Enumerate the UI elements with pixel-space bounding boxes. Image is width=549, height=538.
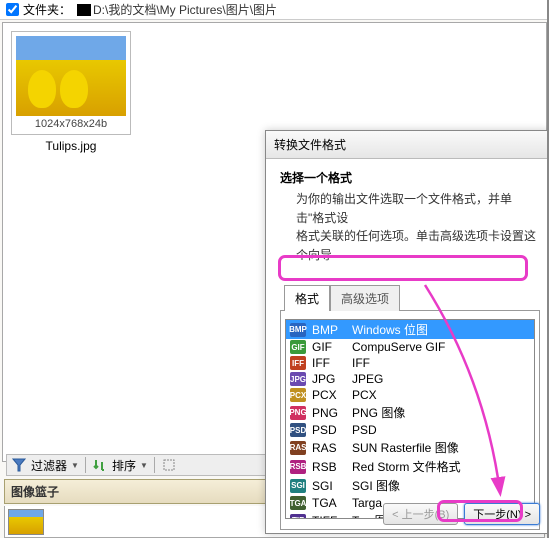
filter-label[interactable]: 过滤器 xyxy=(31,457,67,474)
format-ext: JPG xyxy=(312,372,346,386)
dialog-description: 为你的输出文件选取一个文件格式，并单击"格式设 格式关联的任何选项。单击高级选项… xyxy=(280,190,540,264)
format-icon: PNG xyxy=(290,406,306,420)
select-icon[interactable] xyxy=(161,457,177,473)
format-ext: BMP xyxy=(312,323,346,337)
format-desc: PSD xyxy=(352,423,530,437)
format-ext: PNG xyxy=(312,406,346,420)
format-icon: BMP xyxy=(290,323,306,337)
folder-path: D:\我的文档\My Pictures\图片\图片 xyxy=(93,1,277,18)
dialog-title: 转换文件格式 xyxy=(266,131,548,159)
format-row-psd[interactable]: PSD PSD PSD xyxy=(286,422,534,438)
format-desc: JPEG xyxy=(352,372,530,386)
basket-thumbnail[interactable] xyxy=(8,509,44,535)
tab-advanced[interactable]: 高级选项 xyxy=(330,285,400,311)
format-ext: PSD xyxy=(312,423,346,437)
dialog-buttons: < 上一步(B) 下一步(N) > xyxy=(383,503,540,525)
format-row-iff[interactable]: IFF IFF IFF xyxy=(286,355,534,371)
thumbnail-image xyxy=(16,36,126,116)
format-desc: SGI 图像 xyxy=(352,477,530,494)
format-ext: PCX xyxy=(312,388,346,402)
format-icon: PSD xyxy=(290,423,306,437)
format-row-png[interactable]: PNG PNG PNG 图像 xyxy=(286,403,534,422)
format-desc: CompuServe GIF xyxy=(352,340,530,354)
dialog-heading: 选择一个格式 xyxy=(280,169,540,186)
format-ext: GIF xyxy=(312,340,346,354)
format-desc: PCX xyxy=(352,388,530,402)
folder-checkbox[interactable] xyxy=(6,3,19,16)
format-row-pcx[interactable]: PCX PCX PCX xyxy=(286,387,534,403)
format-icon: TGA xyxy=(290,496,306,510)
filter-icon[interactable] xyxy=(11,457,27,473)
format-ext: TGA xyxy=(312,496,346,510)
sort-icon[interactable] xyxy=(92,457,108,473)
format-ext: TIFF xyxy=(312,514,346,520)
tab-format[interactable]: 格式 xyxy=(284,285,330,311)
toolbar-separator-2 xyxy=(154,457,155,473)
dialog-tabs: 格式 高级选项 xyxy=(284,284,540,310)
format-ext: RAS xyxy=(312,441,346,455)
filter-dropdown-icon[interactable]: ▼ xyxy=(71,461,79,470)
back-button[interactable]: < 上一步(B) xyxy=(383,503,458,525)
format-desc: PNG 图像 xyxy=(352,404,530,421)
format-row-jpg[interactable]: JPG JPG JPEG xyxy=(286,371,534,387)
folder-bar: 文件夹： D:\我的文档\My Pictures\图片\图片 xyxy=(0,0,549,20)
next-button[interactable]: 下一步(N) > xyxy=(464,503,540,525)
format-icon: SGI xyxy=(290,479,306,493)
format-icon: GIF xyxy=(290,340,306,354)
format-desc: Windows 位图 xyxy=(352,321,530,338)
format-icon: TIF xyxy=(290,514,306,520)
drive-icon xyxy=(77,4,91,16)
format-desc: Red Storm 文件格式 xyxy=(352,458,530,475)
format-icon: IFF xyxy=(290,356,306,370)
folder-label: 文件夹： xyxy=(23,1,71,18)
format-ext: RSB xyxy=(312,460,346,474)
format-panel: BMPBMPWindows 位图GIFGIFCompuServe GIFIFFI… xyxy=(280,310,540,530)
format-ext: IFF xyxy=(312,356,346,370)
format-row-rsb[interactable]: RSB RSB Red Storm 文件格式 xyxy=(286,457,534,476)
thumbnail-dimensions: 1024x768x24b xyxy=(16,118,126,130)
format-row-gif[interactable]: GIF GIF CompuServe GIF xyxy=(286,339,534,355)
format-icon: RSB xyxy=(290,460,306,474)
format-row-ras[interactable]: RAS RAS SUN Rasterfile 图像 xyxy=(286,438,534,457)
format-icon: JPG xyxy=(290,372,306,386)
sort-dropdown-icon[interactable]: ▼ xyxy=(140,461,148,470)
convert-format-dialog: 转换文件格式 选择一个格式 为你的输出文件选取一个文件格式，并单击"格式设 格式… xyxy=(265,130,549,534)
thumbnail-filename: Tulips.jpg xyxy=(11,139,131,153)
toolbar-separator xyxy=(85,457,86,473)
format-desc: SUN Rasterfile 图像 xyxy=(352,439,530,456)
format-list[interactable]: BMPBMPWindows 位图GIFGIFCompuServe GIFIFFI… xyxy=(285,319,535,519)
format-row-sgi[interactable]: SGI SGI SGI 图像 xyxy=(286,476,534,495)
thumbnail-item[interactable]: 1024x768x24b Tulips.jpg xyxy=(11,31,131,153)
format-row-bmp[interactable]: BMP BMP Windows 位图 xyxy=(286,320,534,339)
sort-label[interactable]: 排序 xyxy=(112,457,136,474)
format-desc: IFF xyxy=(352,356,530,370)
format-icon: PCX xyxy=(290,388,306,402)
format-ext: SGI xyxy=(312,479,346,493)
format-icon: RAS xyxy=(290,441,306,455)
